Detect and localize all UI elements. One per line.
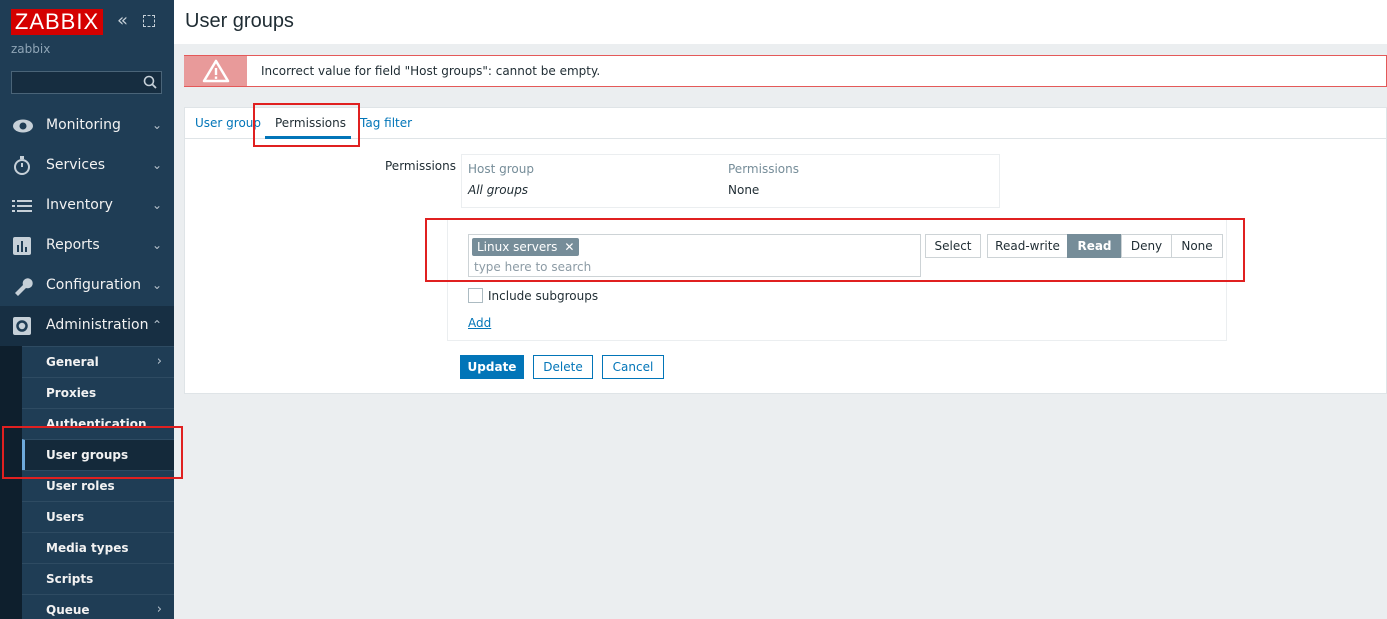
host-group-search-input[interactable] bbox=[474, 259, 914, 275]
submenu-label: User roles bbox=[46, 479, 115, 493]
eye-icon bbox=[13, 119, 33, 133]
chip-label: Linux servers bbox=[477, 240, 558, 254]
table-cell-group: All groups bbox=[468, 183, 529, 197]
nav-administration[interactable]: Administration ⌃ bbox=[0, 306, 174, 346]
list-icon bbox=[12, 200, 32, 212]
submenu-general[interactable]: General › bbox=[22, 346, 174, 377]
nav-label: Inventory bbox=[46, 197, 113, 213]
include-subgroups-checkbox[interactable] bbox=[468, 288, 483, 303]
delete-button[interactable]: Delete bbox=[533, 355, 593, 379]
wrench-icon bbox=[15, 278, 33, 296]
sidebar-search-input[interactable] bbox=[11, 71, 162, 94]
level-none-button[interactable]: None bbox=[1171, 234, 1223, 258]
nav-configuration[interactable]: Configuration ⌄ bbox=[0, 266, 174, 306]
nav-services[interactable]: Services ⌄ bbox=[0, 146, 174, 186]
submenu-label: General bbox=[46, 355, 99, 369]
page-header: User groups bbox=[174, 0, 1387, 44]
collapse-sidebar-icon[interactable]: « bbox=[117, 12, 128, 30]
update-button[interactable]: Update bbox=[460, 355, 524, 379]
nav-label: Administration bbox=[46, 317, 149, 333]
submenu-label: Users bbox=[46, 510, 85, 524]
submenu-user-groups[interactable]: User groups bbox=[22, 439, 174, 470]
chevron-down-icon: ⌄ bbox=[152, 198, 163, 212]
error-message: Incorrect value for field "Host groups":… bbox=[184, 55, 1387, 87]
tab-user-group[interactable]: User group bbox=[195, 116, 261, 130]
add-permission-block: Linux servers ✕ Select Read-write Read De… bbox=[447, 219, 1227, 341]
tabs: User group Permissions Tag filter bbox=[185, 108, 1387, 139]
submenu-authentication[interactable]: Authentication bbox=[22, 408, 174, 439]
add-link[interactable]: Add bbox=[468, 316, 491, 330]
submenu-user-roles[interactable]: User roles bbox=[22, 470, 174, 501]
main-area: User groups Incorrect value for field "H… bbox=[174, 0, 1387, 619]
table-cell-permission: None bbox=[728, 183, 760, 197]
form-container: User group Permissions Tag filter Permis… bbox=[184, 107, 1387, 394]
column-header-permissions: Permissions bbox=[728, 162, 799, 176]
nav-label: Services bbox=[46, 157, 106, 173]
chevron-down-icon: ⌄ bbox=[152, 278, 163, 292]
error-icon-box bbox=[184, 56, 247, 86]
warning-icon bbox=[202, 59, 230, 83]
gear-icon bbox=[13, 317, 31, 335]
submenu-label: Media types bbox=[46, 541, 129, 555]
tab-permissions[interactable]: Permissions bbox=[275, 116, 346, 130]
error-message-text: Incorrect value for field "Host groups":… bbox=[261, 64, 601, 78]
submenu-proxies[interactable]: Proxies bbox=[22, 377, 174, 408]
permissions-table: Host group Permissions All groups None bbox=[461, 154, 1000, 208]
select-button[interactable]: Select bbox=[925, 234, 981, 258]
search-icon[interactable] bbox=[143, 75, 157, 89]
administration-submenu: General › Proxies Authentication User gro… bbox=[0, 346, 174, 619]
submenu-media-types[interactable]: Media types bbox=[22, 532, 174, 563]
submenu-label: Queue bbox=[46, 603, 90, 617]
stopwatch-icon bbox=[14, 156, 30, 175]
chevron-down-icon: ⌄ bbox=[152, 118, 163, 132]
submenu-users[interactable]: Users bbox=[22, 501, 174, 532]
nav-inventory[interactable]: Inventory ⌄ bbox=[0, 186, 174, 226]
submenu-label: Authentication bbox=[46, 417, 147, 431]
permissions-label: Permissions bbox=[385, 159, 456, 173]
submenu-queue[interactable]: Queue › bbox=[22, 594, 174, 619]
remove-chip-icon[interactable]: ✕ bbox=[564, 238, 574, 256]
zabbix-logo[interactable]: ZABBIX bbox=[11, 9, 103, 35]
level-read-button[interactable]: Read bbox=[1067, 234, 1122, 258]
logo-row: ZABBIX « bbox=[11, 9, 171, 35]
host-group-multiselect[interactable]: Linux servers ✕ bbox=[468, 234, 921, 277]
chevron-right-icon: › bbox=[156, 602, 162, 617]
include-subgroups-label[interactable]: Include subgroups bbox=[488, 289, 598, 303]
nav-label: Configuration bbox=[46, 277, 141, 293]
chevron-down-icon: ⌄ bbox=[152, 238, 163, 252]
nav-reports[interactable]: Reports ⌄ bbox=[0, 226, 174, 266]
page-title: User groups bbox=[185, 10, 294, 32]
server-name: zabbix bbox=[11, 42, 51, 56]
submenu-scripts[interactable]: Scripts bbox=[22, 563, 174, 594]
level-read-write-button[interactable]: Read-write bbox=[987, 234, 1068, 258]
permission-level-toggle: Read-write Read Deny None bbox=[987, 234, 1223, 258]
nav-label: Reports bbox=[46, 237, 100, 253]
nav-monitoring[interactable]: Monitoring ⌄ bbox=[0, 106, 174, 146]
chevron-up-icon: ⌃ bbox=[152, 318, 163, 332]
sidebar: ZABBIX « zabbix Monitoring ⌄ Services ⌄ … bbox=[0, 0, 174, 619]
chevron-down-icon: ⌄ bbox=[152, 158, 163, 172]
level-deny-button[interactable]: Deny bbox=[1121, 234, 1172, 258]
chevron-right-icon: › bbox=[156, 354, 162, 369]
active-tab-indicator bbox=[265, 136, 351, 139]
tab-tag-filter[interactable]: Tag filter bbox=[360, 116, 412, 130]
submenu-label: Proxies bbox=[46, 386, 97, 400]
selected-chip-linux-servers: Linux servers ✕ bbox=[472, 238, 580, 256]
kiosk-mode-icon[interactable] bbox=[143, 15, 155, 27]
submenu-label: Scripts bbox=[46, 572, 94, 586]
nav-label: Monitoring bbox=[46, 117, 121, 133]
submenu-label: User groups bbox=[46, 448, 129, 462]
cancel-button[interactable]: Cancel bbox=[602, 355, 664, 379]
column-header-host-group: Host group bbox=[468, 162, 534, 176]
bar-chart-icon bbox=[13, 237, 31, 255]
